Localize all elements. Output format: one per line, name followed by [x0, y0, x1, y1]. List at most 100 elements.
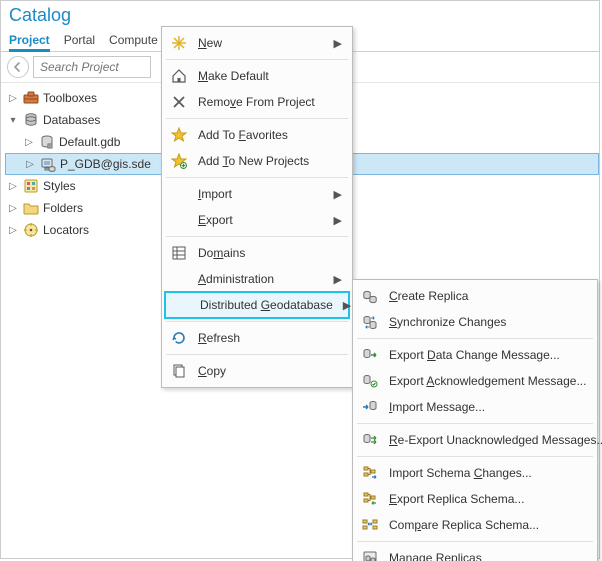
menu-export-data-change[interactable]: Export Data Change Message...	[355, 342, 595, 368]
expand-icon[interactable]: ▷	[24, 159, 36, 170]
export-ack-icon	[361, 372, 379, 390]
pane-title: Catalog	[1, 1, 599, 28]
menu-label: Import Schema Changes...	[389, 466, 587, 480]
menu-make-default[interactable]: Make Default	[164, 63, 350, 89]
menu-refresh[interactable]: Refresh	[164, 325, 350, 351]
menu-label: Create Replica	[389, 289, 587, 303]
back-button[interactable]	[7, 56, 29, 78]
folder-icon	[23, 200, 39, 216]
tree-label: Styles	[43, 179, 76, 193]
create-replica-icon	[361, 287, 379, 305]
menu-label: Distributed Geodatabase	[200, 298, 333, 312]
menu-compare-schema[interactable]: Compare Replica Schema...	[355, 512, 595, 538]
geodatabase-icon	[39, 134, 55, 150]
expand-icon[interactable]: ▷	[7, 203, 19, 214]
menu-separator	[166, 321, 348, 322]
menu-label: Re-Export Unacknowledged Messages...	[389, 433, 602, 447]
blank-icon	[170, 211, 188, 229]
tab-compute[interactable]: Compute	[109, 30, 158, 51]
locator-icon	[23, 222, 39, 238]
tree-label: Toolboxes	[43, 91, 97, 105]
menu-copy[interactable]: Copy	[164, 358, 350, 384]
tab-portal[interactable]: Portal	[64, 30, 95, 51]
menu-distributed-geodatabase[interactable]: Distributed Geodatabase ▶	[164, 291, 350, 319]
menu-separator	[166, 118, 348, 119]
tree-label: Default.gdb	[59, 135, 120, 149]
menu-separator	[357, 338, 593, 339]
menu-label: Make Default	[198, 69, 342, 83]
star-icon	[170, 126, 188, 144]
menu-label: Compare Replica Schema...	[389, 518, 587, 532]
submenu-arrow-icon: ▶	[334, 37, 342, 50]
menu-reexport-unack[interactable]: Re-Export Unacknowledged Messages...	[355, 427, 595, 453]
menu-import[interactable]: Import ▶	[164, 181, 350, 207]
expand-icon[interactable]: ▷	[7, 181, 19, 192]
collapse-icon[interactable]: ▾	[7, 115, 19, 126]
home-icon	[170, 67, 188, 85]
context-menu: New ▶ Make Default Remove From Project A…	[161, 26, 353, 388]
sde-database-icon	[40, 156, 56, 172]
menu-label: Add To New Projects	[198, 154, 342, 168]
menu-separator	[357, 541, 593, 542]
submenu-arrow-icon: ▶	[334, 214, 342, 227]
refresh-icon	[170, 329, 188, 347]
menu-synchronize-changes[interactable]: Synchronize Changes	[355, 309, 595, 335]
menu-label: Export Acknowledgement Message...	[389, 374, 587, 388]
toolbox-icon	[23, 90, 39, 106]
remove-icon	[170, 93, 188, 111]
menu-new[interactable]: New ▶	[164, 30, 350, 56]
blank-icon	[172, 296, 190, 314]
menu-label: Synchronize Changes	[389, 315, 587, 329]
menu-separator	[166, 236, 348, 237]
sync-icon	[361, 313, 379, 331]
menu-import-schema[interactable]: Import Schema Changes...	[355, 460, 595, 486]
blank-icon	[170, 270, 188, 288]
tab-project[interactable]: Project	[9, 30, 50, 51]
blank-icon	[170, 185, 188, 203]
menu-administration[interactable]: Administration ▶	[164, 266, 350, 292]
menu-label: Domains	[198, 246, 342, 260]
menu-separator	[357, 423, 593, 424]
menu-label: New	[198, 36, 324, 50]
star-plus-icon	[170, 152, 188, 170]
submenu-arrow-icon: ▶	[343, 299, 351, 312]
menu-import-message[interactable]: Import Message...	[355, 394, 595, 420]
submenu-distributed-geodatabase: Create Replica Synchronize Changes Expor…	[352, 279, 598, 561]
manage-replicas-icon	[361, 549, 379, 561]
reexport-icon	[361, 431, 379, 449]
expand-icon[interactable]: ▷	[23, 137, 35, 148]
expand-icon[interactable]: ▷	[7, 225, 19, 236]
app-window: Catalog Project Portal Compute ▷ Toolbox…	[0, 0, 600, 559]
export-schema-icon	[361, 490, 379, 508]
database-icon	[23, 112, 39, 128]
submenu-arrow-icon: ▶	[334, 273, 342, 286]
menu-export-schema[interactable]: Export Replica Schema...	[355, 486, 595, 512]
styles-icon	[23, 178, 39, 194]
menu-remove[interactable]: Remove From Project	[164, 89, 350, 115]
menu-create-replica[interactable]: Create Replica	[355, 283, 595, 309]
copy-icon	[170, 362, 188, 380]
menu-domains[interactable]: Domains	[164, 240, 350, 266]
menu-label: Export Data Change Message...	[389, 348, 587, 362]
submenu-arrow-icon: ▶	[334, 188, 342, 201]
domains-icon	[170, 244, 188, 262]
menu-label: Export	[198, 213, 324, 227]
menu-label: Add To Favorites	[198, 128, 342, 142]
new-icon	[170, 34, 188, 52]
tree-label: Databases	[43, 113, 100, 127]
menu-separator	[166, 177, 348, 178]
menu-export[interactable]: Export ▶	[164, 207, 350, 233]
import-schema-icon	[361, 464, 379, 482]
menu-separator	[166, 59, 348, 60]
expand-icon[interactable]: ▷	[7, 93, 19, 104]
search-input[interactable]	[33, 56, 151, 78]
menu-label: Import Message...	[389, 400, 587, 414]
menu-label: Refresh	[198, 331, 342, 345]
menu-manage-replicas[interactable]: Manage Replicas	[355, 545, 595, 561]
menu-add-new-projects[interactable]: Add To New Projects	[164, 148, 350, 174]
menu-separator	[166, 354, 348, 355]
menu-add-favorites[interactable]: Add To Favorites	[164, 122, 350, 148]
tree-label: Folders	[43, 201, 83, 215]
compare-schema-icon	[361, 516, 379, 534]
menu-export-ack[interactable]: Export Acknowledgement Message...	[355, 368, 595, 394]
